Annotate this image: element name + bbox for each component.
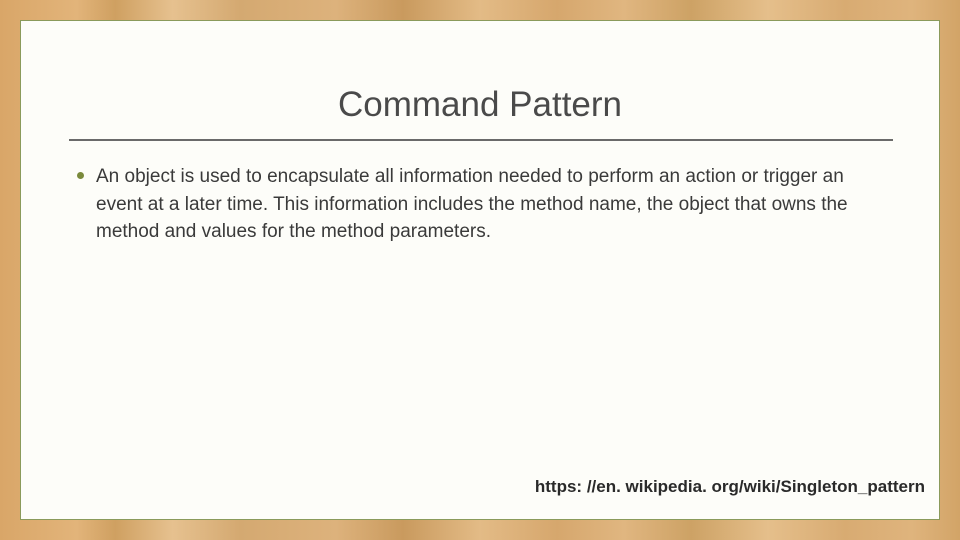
title-underline (69, 139, 893, 141)
bullet-icon (77, 172, 84, 179)
slide-title: Command Pattern (69, 85, 891, 125)
bullet-item: An object is used to encapsulate all inf… (75, 163, 885, 246)
slide-body: An object is used to encapsulate all inf… (69, 163, 891, 246)
slide: Command Pattern An object is used to enc… (20, 20, 940, 520)
footer-link: https: //en. wikipedia. org/wiki/Singlet… (535, 477, 925, 497)
bullet-text: An object is used to encapsulate all inf… (96, 163, 866, 246)
